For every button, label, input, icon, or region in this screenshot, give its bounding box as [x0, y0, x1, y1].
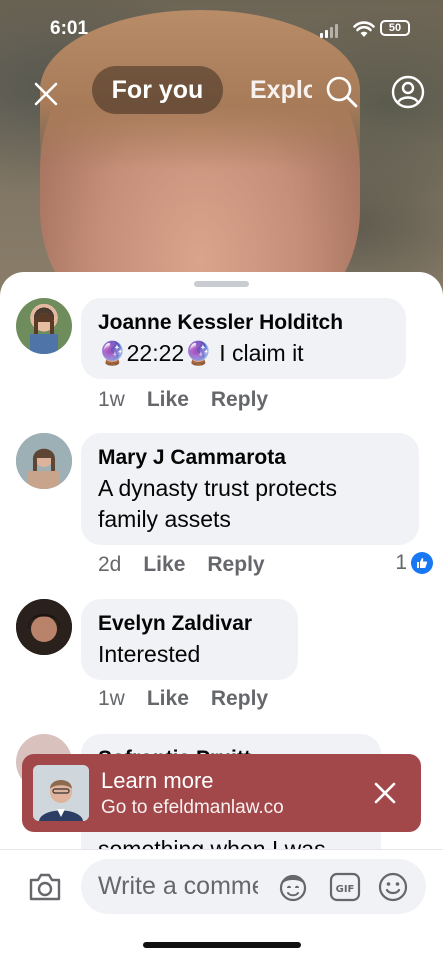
reaction-count: 1	[395, 551, 407, 574]
comment-text: 🔮22:22🔮 I claim it	[98, 338, 390, 369]
status-time: 6:01	[50, 18, 89, 39]
commenter-name[interactable]: Evelyn Zaldivar	[98, 609, 282, 639]
comment-bubble[interactable]: Mary J Cammarota A dynasty trust protect…	[81, 433, 419, 545]
crystal-ball-emoji: 🔮	[98, 340, 127, 366]
top-navigation: For you Explore	[0, 64, 443, 116]
camera-icon[interactable]	[28, 872, 62, 902]
comment-composer: Write a comment... GIF	[0, 849, 443, 960]
battery-level: 50	[388, 22, 402, 34]
battery-icon: 50	[380, 20, 410, 36]
comment-text-line: A dynasty trust protects	[98, 475, 338, 501]
search-icon[interactable]	[324, 74, 360, 110]
comment-age: 1w	[98, 388, 125, 411]
comment-age: 1w	[98, 687, 125, 710]
avatar[interactable]	[16, 599, 72, 655]
gif-icon[interactable]: GIF	[329, 872, 361, 902]
commenter-name[interactable]: Joanne Kessler Holditch	[98, 308, 390, 338]
comment-actions: 2d Like Reply	[98, 553, 265, 577]
comment-bubble[interactable]: Joanne Kessler Holditch 🔮22:22🔮 I claim …	[81, 298, 406, 379]
ad-title[interactable]: Learn more	[101, 768, 214, 794]
cellular-signal-icon	[320, 24, 338, 38]
comment-age: 2d	[98, 553, 122, 576]
drag-handle[interactable]	[194, 281, 249, 287]
like-button[interactable]: Like	[147, 388, 189, 412]
tab-explore[interactable]: Explore	[250, 66, 312, 114]
status-bar: 6:01 50	[0, 0, 443, 56]
reply-button[interactable]: Reply	[207, 553, 264, 577]
comment-text-line: family assets	[98, 506, 231, 532]
avatar-sticker-icon[interactable]	[277, 871, 309, 903]
comment-text-rest: 🔮 I claim it	[184, 340, 304, 366]
comment-actions: 1w Like Reply	[98, 388, 268, 412]
avatar[interactable]	[16, 433, 72, 489]
comment-input[interactable]: Write a comment... GIF	[81, 859, 426, 914]
close-ad-icon[interactable]	[372, 780, 398, 806]
emoji-icon[interactable]	[377, 871, 409, 903]
like-reaction-icon	[411, 552, 433, 574]
comment-actions: 1w Like Reply	[98, 687, 268, 711]
ad-banner[interactable]: Learn more Go to efeldmanlaw.co	[22, 754, 421, 832]
like-button[interactable]: Like	[147, 687, 189, 711]
svg-text:GIF: GIF	[336, 884, 355, 895]
advertiser-photo	[33, 765, 89, 821]
wifi-icon	[353, 21, 375, 37]
ad-link-text[interactable]: Go to efeldmanlaw.co	[101, 797, 284, 819]
reply-button[interactable]: Reply	[211, 388, 268, 412]
comment-time-text: 22:22	[126, 340, 185, 366]
home-indicator[interactable]	[143, 942, 301, 948]
avatar[interactable]	[16, 298, 72, 354]
comment-bubble[interactable]: Evelyn Zaldivar Interested	[81, 599, 298, 680]
reaction-summary[interactable]: 1	[395, 551, 433, 575]
like-button[interactable]: Like	[143, 553, 185, 577]
comment-text: Interested	[98, 641, 201, 667]
reply-button[interactable]: Reply	[211, 687, 268, 711]
tab-for-you[interactable]: For you	[92, 66, 223, 114]
profile-icon[interactable]	[390, 74, 426, 110]
comment-input-placeholder: Write a comment...	[98, 872, 258, 900]
close-icon[interactable]	[30, 78, 62, 110]
commenter-name[interactable]: Mary J Cammarota	[98, 443, 403, 473]
